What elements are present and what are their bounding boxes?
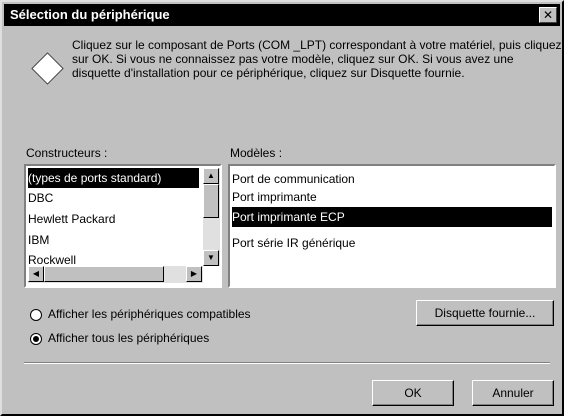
close-button[interactable]: ✕ — [539, 7, 557, 23]
manufacturer-item[interactable]: (types de ports standard) — [28, 168, 199, 188]
model-item[interactable]: Port imprimante ECP — [232, 207, 552, 227]
model-item[interactable]: Port de communication — [232, 168, 552, 188]
manufacturer-item[interactable]: Rockwell — [28, 250, 199, 264]
arrow-right-icon[interactable]: ▶ — [186, 266, 202, 282]
manufacturer-item[interactable]: Hewlett Packard — [28, 209, 199, 229]
manufacturer-item[interactable]: DBC — [28, 188, 199, 208]
separator — [24, 362, 550, 364]
model-item[interactable]: Port série IR générique — [232, 233, 552, 253]
arrow-down-icon[interactable]: ▼ — [203, 250, 219, 266]
models-list[interactable]: Port de communication Port imprimante Po… — [228, 164, 556, 288]
arrow-up-icon[interactable]: ▲ — [203, 168, 219, 184]
manufacturers-label: Constructeurs : — [26, 146, 108, 160]
manufacturer-item[interactable]: IBM — [28, 230, 199, 250]
instructions-text: Cliquez sur le composant de Ports (COM _… — [72, 38, 562, 80]
ok-button[interactable]: OK — [372, 380, 454, 406]
dialog-title: Sélection du périphérique — [10, 7, 170, 22]
scroll-thumb[interactable] — [44, 266, 164, 282]
manufacturers-vscrollbar[interactable]: ▲ ▼ — [203, 168, 220, 266]
diamond-icon — [31, 52, 64, 85]
dialog-window: Sélection du périphérique ✕ Cliquez sur … — [0, 0, 564, 416]
scroll-thumb[interactable] — [203, 184, 219, 218]
manufacturers-list[interactable]: (types de ports standard) DBC Hewlett Pa… — [24, 164, 222, 288]
model-item[interactable]: Port imprimante — [232, 187, 552, 207]
title-bar[interactable]: Sélection du périphérique ✕ — [4, 4, 560, 26]
radio-show-compatible[interactable] — [30, 309, 42, 321]
have-disk-button[interactable]: Disquette fournie... — [416, 300, 554, 326]
show-all-label[interactable]: Afficher tous les périphériques — [48, 331, 209, 345]
arrow-left-icon[interactable]: ◀ — [28, 266, 44, 282]
cancel-button[interactable]: Annuler — [472, 380, 554, 406]
show-compatible-label[interactable]: Afficher les périphériques compatibles — [48, 307, 251, 321]
radio-dot — [33, 336, 39, 342]
close-icon: ✕ — [542, 8, 554, 22]
models-label: Modèles : — [230, 146, 283, 160]
manufacturers-hscrollbar[interactable]: ◀ ▶ — [28, 266, 203, 283]
radio-show-all[interactable] — [30, 333, 42, 345]
